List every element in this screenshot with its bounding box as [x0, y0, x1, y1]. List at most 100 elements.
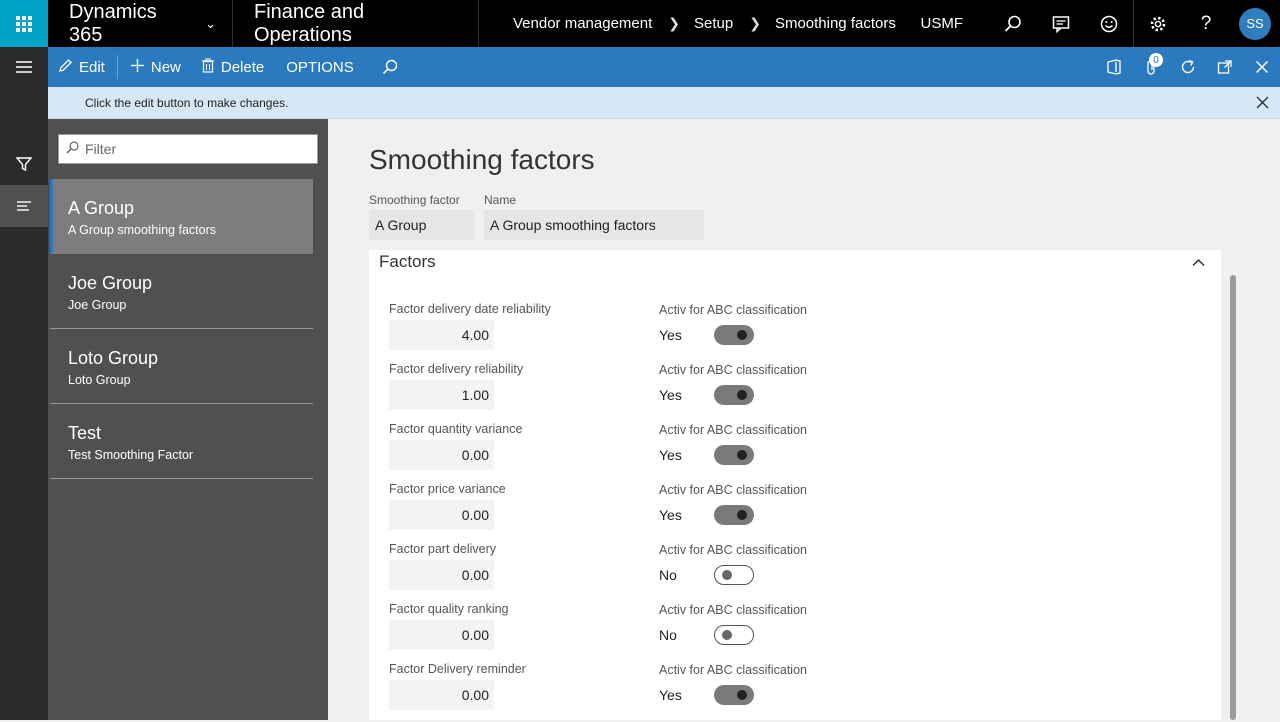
details-pane: Smoothing factors Smoothing factor A Gro…	[328, 119, 1280, 720]
abc-toggle[interactable]	[714, 445, 754, 465]
breadcrumb: Vendor management ❯ Setup ❯ Smoothing fa…	[479, 0, 921, 47]
abc-toggle[interactable]	[714, 385, 754, 405]
app-launcher-button[interactable]	[0, 0, 48, 47]
factor-row: Factor part delivery 0.00 Activ for ABC …	[369, 542, 1221, 602]
breadcrumb-smoothing-factors[interactable]: Smoothing factors	[775, 15, 896, 32]
list-item[interactable]: Loto Group Loto Group	[50, 329, 313, 404]
message-icon[interactable]	[1037, 0, 1085, 47]
attachment-icon[interactable]: 0	[1132, 47, 1169, 87]
factor-label: Factor quality ranking	[389, 602, 509, 616]
factor-value-field[interactable]: 0.00	[389, 680, 494, 710]
factor-row: Factor Delivery reminder 0.00 Activ for …	[369, 662, 1221, 722]
message-bar: Click the edit button to make changes.	[48, 87, 1280, 119]
factors-section-header[interactable]: Factors	[379, 252, 436, 272]
delete-button[interactable]: Delete	[191, 47, 274, 87]
abc-toggle[interactable]	[714, 505, 754, 525]
scrollbar-thumb[interactable]	[1230, 275, 1236, 720]
breadcrumb-setup[interactable]: Setup	[694, 15, 733, 32]
abc-toggle[interactable]	[714, 625, 754, 645]
delete-label: Delete	[220, 58, 265, 76]
navigation-pane	[0, 47, 48, 720]
chevron-right-icon: ❯	[749, 15, 761, 31]
factor-value-field[interactable]: 4.00	[389, 320, 494, 350]
list-item[interactable]: Test Test Smoothing Factor	[50, 404, 313, 479]
filter-funnel-icon[interactable]	[0, 143, 48, 185]
trash-icon	[201, 58, 215, 77]
list-item-title: Test	[68, 423, 102, 443]
smiley-feedback-icon[interactable]	[1085, 0, 1133, 47]
abc-toggle-label: Activ for ABC classification	[659, 663, 807, 677]
list-item-title: Loto Group	[68, 348, 159, 368]
filter-input[interactable]: Filter	[58, 134, 318, 164]
company-picker[interactable]: USMF	[921, 15, 964, 32]
list-item-title: Joe Group	[68, 273, 153, 293]
factor-label: Factor delivery reliability	[389, 362, 524, 376]
close-icon[interactable]	[1244, 96, 1280, 109]
list-view-icon[interactable]	[0, 185, 48, 227]
factor-value-field[interactable]: 0.00	[389, 500, 494, 530]
factor-row: Factor delivery date reliability 4.00 Ac…	[369, 302, 1221, 362]
brand-menu[interactable]: Dynamics 365 ⌄	[48, 0, 233, 47]
gear-icon[interactable]	[1134, 0, 1182, 47]
factor-label: Factor part delivery	[389, 542, 496, 556]
close-icon[interactable]	[1243, 47, 1280, 87]
abc-toggle-state: No	[659, 567, 677, 583]
open-in-new-window-icon[interactable]	[1206, 47, 1243, 87]
refresh-icon[interactable]	[1169, 47, 1206, 87]
chevron-down-icon: ⌄	[205, 15, 216, 31]
abc-toggle[interactable]	[714, 565, 754, 585]
factor-row: Factor delivery reliability 1.00 Activ f…	[369, 362, 1221, 422]
pencil-icon	[58, 58, 73, 77]
factor-label: Factor quantity variance	[389, 422, 523, 436]
factor-row: Factor price variance 0.00 Activ for ABC…	[369, 482, 1221, 542]
edit-button[interactable]: Edit	[48, 47, 115, 87]
factor-label: Factor delivery date reliability	[389, 302, 551, 316]
filter-placeholder: Filter	[85, 141, 117, 157]
factor-label: Factor price variance	[389, 482, 506, 496]
action-pane: Edit New Delete OPTIONS 0	[48, 47, 1280, 87]
new-button[interactable]: New	[120, 47, 191, 87]
chevron-right-icon: ❯	[668, 15, 680, 31]
vertical-scrollbar[interactable]	[1230, 275, 1236, 720]
factor-value-field[interactable]: 0.00	[389, 560, 494, 590]
abc-toggle-label: Activ for ABC classification	[659, 603, 807, 617]
abc-toggle-state: Yes	[659, 507, 682, 523]
office-icon[interactable]	[1095, 47, 1132, 87]
factor-row: Factor quality ranking 0.00 Activ for AB…	[369, 602, 1221, 662]
abc-toggle-state: Yes	[659, 327, 682, 343]
breadcrumb-vendor-management[interactable]: Vendor management	[513, 15, 652, 32]
abc-toggle-state: No	[659, 627, 677, 643]
smoothing-factor-label: Smoothing factor	[369, 193, 460, 207]
list-item[interactable]: A Group A Group smoothing factors	[50, 179, 313, 254]
abc-toggle-state: Yes	[659, 447, 682, 463]
search-icon[interactable]	[989, 0, 1037, 47]
list-item[interactable]: Joe Group Joe Group	[50, 254, 313, 329]
abc-toggle[interactable]	[714, 325, 754, 345]
abc-toggle[interactable]	[714, 685, 754, 705]
list-item-title: A Group	[68, 198, 135, 218]
factor-value-field[interactable]: 0.00	[389, 620, 494, 650]
help-icon[interactable]: ?	[1182, 0, 1230, 47]
abc-toggle-label: Activ for ABC classification	[659, 483, 807, 497]
factor-label: Factor Delivery reminder	[389, 662, 526, 676]
name-field[interactable]: A Group smoothing factors	[484, 210, 704, 240]
abc-toggle-state: Yes	[659, 687, 682, 703]
search-icon[interactable]	[372, 47, 408, 87]
chevron-up-icon[interactable]	[1192, 254, 1205, 270]
list-item-subtitle: Loto Group	[68, 373, 131, 387]
edit-label: Edit	[79, 58, 105, 76]
factor-value-field[interactable]: 0.00	[389, 440, 494, 470]
app-name: Finance and Operations	[233, 0, 479, 47]
factor-value-field[interactable]: 1.00	[389, 380, 494, 410]
abc-toggle-label: Activ for ABC classification	[659, 363, 807, 377]
hamburger-menu-icon[interactable]	[0, 47, 48, 87]
factors-section: Factors Factor delivery date reliability…	[369, 250, 1221, 720]
abc-toggle-label: Activ for ABC classification	[659, 423, 807, 437]
list-item-subtitle: A Group smoothing factors	[68, 223, 216, 237]
search-icon	[66, 141, 79, 157]
message-text: Click the edit button to make changes.	[85, 95, 289, 110]
smoothing-factor-field[interactable]: A Group	[369, 210, 474, 240]
avatar[interactable]: SS	[1239, 7, 1271, 40]
plus-icon	[130, 58, 145, 77]
options-tab[interactable]: OPTIONS	[274, 47, 372, 87]
